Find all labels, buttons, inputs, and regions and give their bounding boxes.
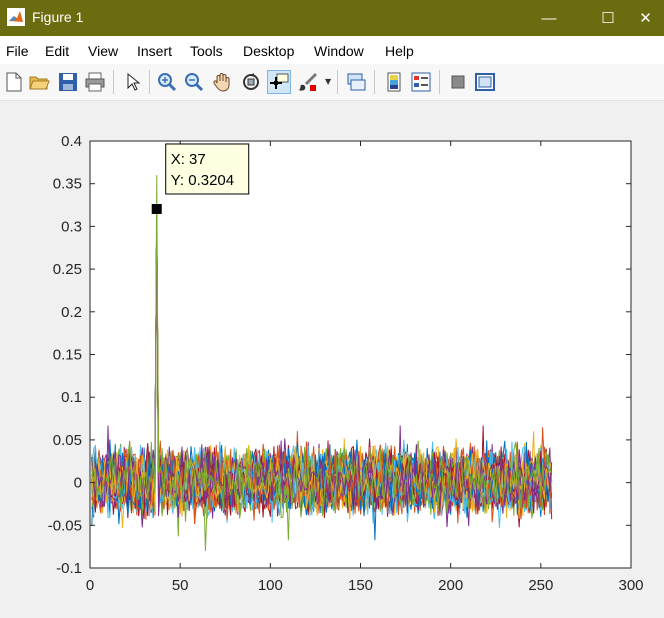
hide-plot-tools-icon[interactable]	[447, 71, 469, 93]
close-button[interactable]: ✕	[627, 0, 664, 36]
pan-hand-icon[interactable]	[211, 71, 233, 93]
y-tick-label: 0.15	[53, 347, 82, 364]
datatip-y-label: Y: 0.3204	[171, 172, 234, 189]
y-tick-label: 0.2	[61, 304, 82, 321]
y-tick-label: 0.25	[53, 261, 82, 278]
minimize-button[interactable]: —	[526, 0, 572, 36]
menu-window[interactable]: Window	[314, 43, 364, 59]
maximize-button[interactable]: ☐	[585, 0, 631, 36]
y-tick-label: -0.1	[56, 560, 82, 577]
pointer-icon[interactable]	[121, 71, 143, 93]
datatip-x-label: X: 37	[171, 151, 206, 168]
brush-dropdown-icon[interactable]: ▼	[325, 77, 331, 86]
colorbar-icon[interactable]	[383, 71, 405, 93]
figure-toolbar: ▼	[0, 64, 664, 101]
menu-desktop[interactable]: Desktop	[243, 43, 294, 59]
toolbar-separator	[149, 70, 150, 94]
menu-insert[interactable]: Insert	[137, 43, 172, 59]
toolbar-separator	[113, 70, 114, 94]
toolbar-separator	[439, 70, 440, 94]
y-tick-label: 0.05	[53, 432, 82, 449]
menu-bar: File Edit View Insert Tools Desktop Wind…	[0, 36, 664, 64]
show-plot-tools-icon[interactable]	[474, 71, 496, 93]
line-chart[interactable]: 0 50 100 150 200 250 300 -0.1 -0.05 0 0.05 0.1 0.15 0…	[0, 101, 664, 614]
figure-canvas: 0 50 100 150 200 250 300 -0.1 -0.05 0 0.05 0.1 0.15 0…	[0, 101, 664, 614]
brush-icon[interactable]	[297, 71, 319, 93]
y-tick-label: 0.35	[53, 176, 82, 193]
menu-file[interactable]: File	[6, 43, 29, 59]
legend-icon[interactable]	[410, 71, 432, 93]
zoom-out-icon[interactable]	[183, 71, 205, 93]
link-plot-icon[interactable]	[345, 71, 367, 93]
x-tick-label: 300	[618, 577, 643, 594]
rotate-3d-icon[interactable]	[240, 71, 262, 93]
data-cursor-icon[interactable]	[267, 70, 291, 94]
x-tick-label: 200	[438, 577, 463, 594]
y-tick-label: 0	[74, 475, 82, 492]
zoom-in-icon[interactable]	[156, 71, 178, 93]
toolbar-separator	[337, 70, 338, 94]
y-tick-label: -0.05	[48, 517, 82, 534]
menu-edit[interactable]: Edit	[45, 43, 69, 59]
y-tick-label: 0.4	[61, 133, 82, 150]
new-figure-icon[interactable]	[3, 71, 25, 93]
y-tick-label: 0.3	[61, 218, 82, 235]
datatip-marker	[151, 203, 162, 214]
title-bar: Figure 1 — ☐ ✕	[0, 0, 664, 36]
matlab-icon	[7, 8, 25, 26]
x-tick-label: 100	[258, 577, 283, 594]
x-tick-label: 150	[348, 577, 373, 594]
y-tick-label: 0.1	[61, 389, 82, 406]
x-tick-label: 250	[528, 577, 553, 594]
window-title: Figure 1	[32, 9, 84, 25]
save-icon[interactable]	[57, 71, 79, 93]
menu-help[interactable]: Help	[385, 43, 414, 59]
open-file-icon[interactable]	[28, 71, 50, 93]
x-tick-label: 50	[172, 577, 189, 594]
toolbar-separator	[374, 70, 375, 94]
x-tick-label: 0	[86, 577, 94, 594]
menu-tools[interactable]: Tools	[190, 43, 223, 59]
menu-view[interactable]: View	[88, 43, 118, 59]
print-icon[interactable]	[84, 71, 106, 93]
